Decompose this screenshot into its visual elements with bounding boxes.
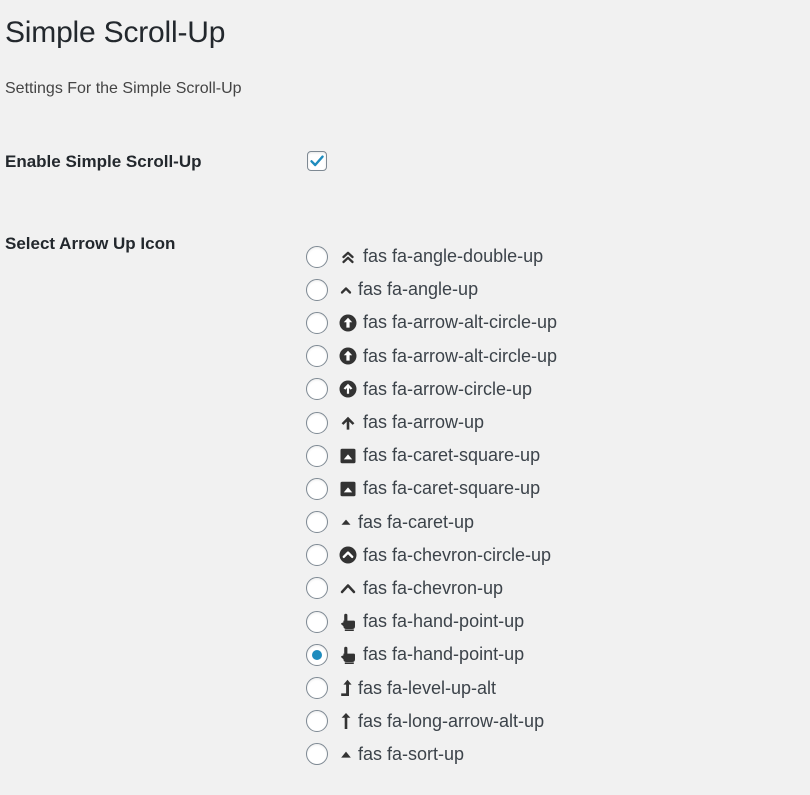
arrow-icon-radio[interactable] [306,577,328,600]
chevron-circle-up-icon [339,546,357,564]
arrow-icon-radio[interactable] [306,477,328,500]
arrow-icon-radio[interactable] [306,710,328,733]
chevron-up-icon [339,579,357,597]
page-title: Simple Scroll-Up [5,16,226,49]
arrow-icon-option-label: fas fa-level-up-alt [358,677,497,698]
arrow-circle-up-icon [339,380,357,398]
arrow-icon-option[interactable]: fas fa-arrow-alt-circle-up [306,306,557,339]
arrow-icon-radio[interactable] [306,345,328,368]
arrow-icon-radio[interactable] [306,643,328,666]
arrow-icon-option-label: fas fa-angle-up [358,279,479,300]
arrow-alt-circle-up-icon [339,314,357,332]
arrow-icon-option-label: fas fa-caret-up [358,511,475,532]
arrow-icon-option-label: fas fa-chevron-up [363,577,504,598]
arrow-icon-radio-group: fas fa-angle-double-up fas fa-angle-up fas… [306,240,557,771]
arrow-icon-option[interactable]: fas fa-arrow-alt-circle-up [306,340,557,373]
arrow-icon-radio[interactable] [306,511,328,534]
long-arrow-alt-up-icon [340,712,352,730]
select-arrow-icon-label: Select Arrow Up Icon [5,234,176,253]
arrow-icon-option-label: fas fa-caret-square-up [363,478,541,499]
arrow-icon-option[interactable]: fas fa-angle-up [306,273,557,306]
arrow-icon-option[interactable]: fas fa-angle-double-up [306,240,557,273]
arrow-icon-option[interactable]: fas fa-caret-square-up [306,439,557,472]
arrow-icon-radio[interactable] [306,544,328,567]
arrow-icon-option-label: fas fa-arrow-alt-circle-up [363,345,558,366]
angle-double-up-icon [339,248,357,266]
arrow-icon-option[interactable]: fas fa-arrow-up [306,406,557,439]
arrow-icon-option-label: fas fa-arrow-circle-up [363,378,533,399]
arrow-icon-option-label: fas fa-caret-square-up [363,445,541,466]
arrow-icon-radio[interactable] [306,743,328,766]
sort-up-icon [340,745,352,763]
arrow-icon-radio[interactable] [306,411,328,434]
arrow-icon-option[interactable]: fas fa-hand-point-up [306,605,557,638]
page-subtitle: Settings For the Simple Scroll-Up [5,80,242,97]
arrow-up-icon [339,414,357,432]
arrow-icon-radio[interactable] [306,610,328,633]
enable-scroll-up-label: Enable Simple Scroll-Up [5,152,202,171]
arrow-icon-radio[interactable] [306,677,328,700]
arrow-icon-radio[interactable] [306,378,328,401]
arrow-icon-option[interactable]: fas fa-level-up-alt [306,671,557,704]
arrow-icon-radio[interactable] [306,278,328,301]
hand-point-up-icon [339,646,357,664]
arrow-icon-option[interactable]: fas fa-arrow-circle-up [306,373,557,406]
arrow-icon-option[interactable]: fas fa-caret-up [306,506,557,539]
arrow-icon-radio[interactable] [306,311,328,334]
angle-up-icon [340,281,352,299]
arrow-icon-option-label: fas fa-long-arrow-alt-up [358,710,545,731]
hand-point-up-icon [339,613,357,631]
arrow-icon-option-label: fas fa-angle-double-up [363,246,544,267]
arrow-icon-radio[interactable] [306,444,328,467]
arrow-icon-option-label: fas fa-sort-up [358,743,465,764]
arrow-alt-circle-up-icon [339,347,357,365]
caret-square-up-icon [339,480,357,498]
checkmark-icon [310,155,324,167]
enable-scroll-up-checkbox[interactable] [307,151,327,171]
arrow-icon-option-label: fas fa-arrow-up [363,412,485,433]
arrow-icon-option-label: fas fa-arrow-alt-circle-up [363,312,558,333]
arrow-icon-option-label: fas fa-chevron-circle-up [363,544,552,565]
arrow-icon-option[interactable]: fas fa-caret-square-up [306,472,557,505]
arrow-icon-radio[interactable] [306,245,328,268]
arrow-icon-option[interactable]: fas fa-long-arrow-alt-up [306,705,557,738]
caret-square-up-icon [339,447,357,465]
caret-up-icon [340,513,352,531]
arrow-icon-option-label: fas fa-hand-point-up [363,611,525,632]
level-up-alt-icon [340,679,352,697]
arrow-icon-option[interactable]: fas fa-chevron-circle-up [306,539,557,572]
arrow-icon-option[interactable]: fas fa-chevron-up [306,572,557,605]
arrow-icon-option[interactable]: fas fa-hand-point-up [306,638,557,671]
arrow-icon-option[interactable]: fas fa-sort-up [306,738,557,771]
arrow-icon-option-label: fas fa-hand-point-up [363,644,525,665]
